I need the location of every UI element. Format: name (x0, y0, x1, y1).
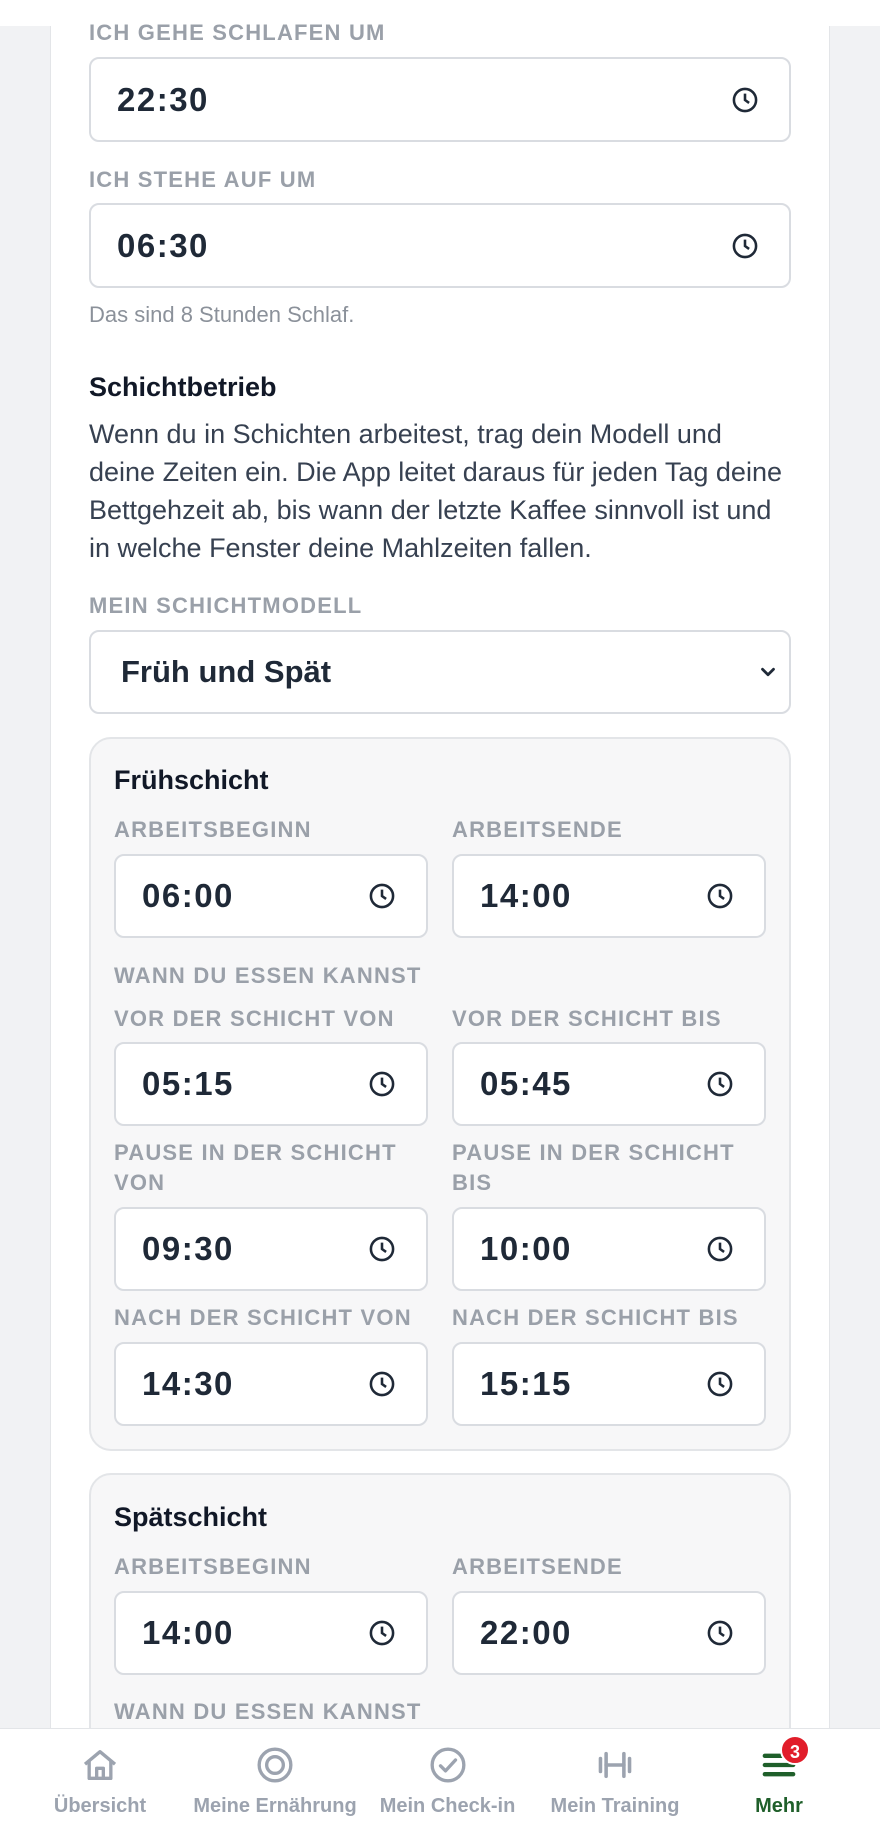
early-pause-from-label: PAUSE IN DER SCHICHT VON (114, 1140, 397, 1195)
late-start-value: 14:00 (142, 1614, 234, 1651)
nav-label: Übersicht (53, 1795, 147, 1817)
early-end-input[interactable]: 14:00 (452, 854, 766, 938)
shift-description: Wenn du in Schichten arbeitest, trag dei… (89, 419, 782, 563)
bottom-nav: Übersicht Meine Ernährung Mein Check-in … (0, 1728, 880, 1834)
nav-item-checkin[interactable]: Mein Check-in (370, 1729, 525, 1834)
check-circle-icon (430, 1747, 465, 1783)
early-eat-label: WANN DU ESSEN KANNST (114, 963, 422, 988)
early-before-to-input[interactable]: 05:45 (452, 1042, 766, 1126)
chevron-down-icon (761, 667, 775, 677)
nav-item-overview[interactable]: Übersicht (40, 1729, 160, 1834)
wake-label: ICH STEHE AUF UM (89, 167, 317, 192)
home-icon (83, 1750, 117, 1780)
late-end-value: 22:00 (480, 1614, 572, 1651)
nav-label: Meine Ernährung (193, 1795, 357, 1817)
clock-icon (707, 1371, 733, 1397)
clock-icon (732, 233, 758, 258)
shift-model-select[interactable]: Früh und Spät (89, 630, 791, 714)
bedtime-input[interactable]: 22:30 (89, 57, 791, 142)
early-pause-from-value: 09:30 (142, 1230, 234, 1267)
late-start-input[interactable]: 14:00 (114, 1591, 428, 1675)
clock-icon (707, 883, 733, 909)
early-before-from-label: VOR DER SCHICHT VON (114, 1006, 395, 1031)
early-start-value: 06:00 (142, 877, 234, 914)
early-end-value: 14:00 (480, 877, 572, 914)
early-after-from-value: 14:30 (142, 1365, 234, 1402)
late-end-input[interactable]: 22:00 (452, 1591, 766, 1675)
nav-label: Mein Training (550, 1795, 680, 1817)
nav-item-more[interactable]: 3 Mehr (735, 1729, 823, 1834)
nav-item-training[interactable]: Mein Training (540, 1729, 690, 1834)
late-shift-title: Spätschicht (114, 1502, 268, 1532)
early-pause-to-input[interactable]: 10:00 (452, 1207, 766, 1291)
early-after-to-value: 15:15 (480, 1365, 572, 1402)
bedtime-value: 22:30 (117, 80, 209, 118)
early-pause-from-input[interactable]: 09:30 (114, 1207, 428, 1291)
early-start-input[interactable]: 06:00 (114, 854, 428, 938)
shift-model-label: MEIN SCHICHTMODELL (89, 593, 363, 618)
wake-input[interactable]: 06:30 (89, 203, 791, 288)
clock-icon (369, 1236, 395, 1262)
clock-icon (369, 883, 395, 909)
clock-icon (732, 87, 758, 112)
clock-icon (707, 1620, 733, 1646)
early-after-from-label: NACH DER SCHICHT VON (114, 1305, 412, 1330)
early-after-from-input[interactable]: 14:30 (114, 1342, 428, 1426)
dumbbell-icon (598, 1751, 632, 1779)
bedtime-label: ICH GEHE SCHLAFEN UM (89, 20, 386, 45)
early-end-label: ARBEITSENDE (452, 817, 623, 842)
early-before-from-value: 05:15 (142, 1065, 234, 1102)
clock-icon (369, 1071, 395, 1097)
clock-icon (369, 1620, 395, 1646)
clock-icon (707, 1236, 733, 1262)
early-shift-title: Frühschicht (114, 765, 269, 795)
early-pause-to-label: PAUSE IN DER SCHICHT BIS (452, 1140, 735, 1195)
nav-label: Mehr (755, 1795, 803, 1817)
notification-badge: 3 (780, 1735, 810, 1765)
early-before-to-value: 05:45 (480, 1065, 572, 1102)
late-eat-label: WANN DU ESSEN KANNST (114, 1699, 422, 1724)
clock-icon (707, 1071, 733, 1097)
nav-label: Mein Check-in (379, 1795, 516, 1817)
sleep-summary: Das sind 8 Stunden Schlaf. (89, 302, 355, 327)
late-end-label: ARBEITSENDE (452, 1554, 623, 1579)
early-pause-to-value: 10:00 (480, 1230, 572, 1267)
early-before-to-label: VOR DER SCHICHT BIS (452, 1006, 722, 1031)
early-after-to-label: NACH DER SCHICHT BIS (452, 1305, 739, 1330)
early-before-from-input[interactable]: 05:15 (114, 1042, 428, 1126)
early-after-to-input[interactable]: 15:15 (452, 1342, 766, 1426)
shift-model-value: Früh und Spät (121, 654, 332, 689)
clock-icon (369, 1371, 395, 1397)
target-icon (257, 1747, 293, 1783)
nav-item-nutrition[interactable]: Meine Ernährung (185, 1729, 365, 1834)
early-start-label: ARBEITSBEGINN (114, 817, 312, 842)
late-start-label: ARBEITSBEGINN (114, 1554, 312, 1579)
wake-value: 06:30 (117, 226, 209, 264)
shift-heading: Schichtbetrieb (89, 372, 277, 402)
